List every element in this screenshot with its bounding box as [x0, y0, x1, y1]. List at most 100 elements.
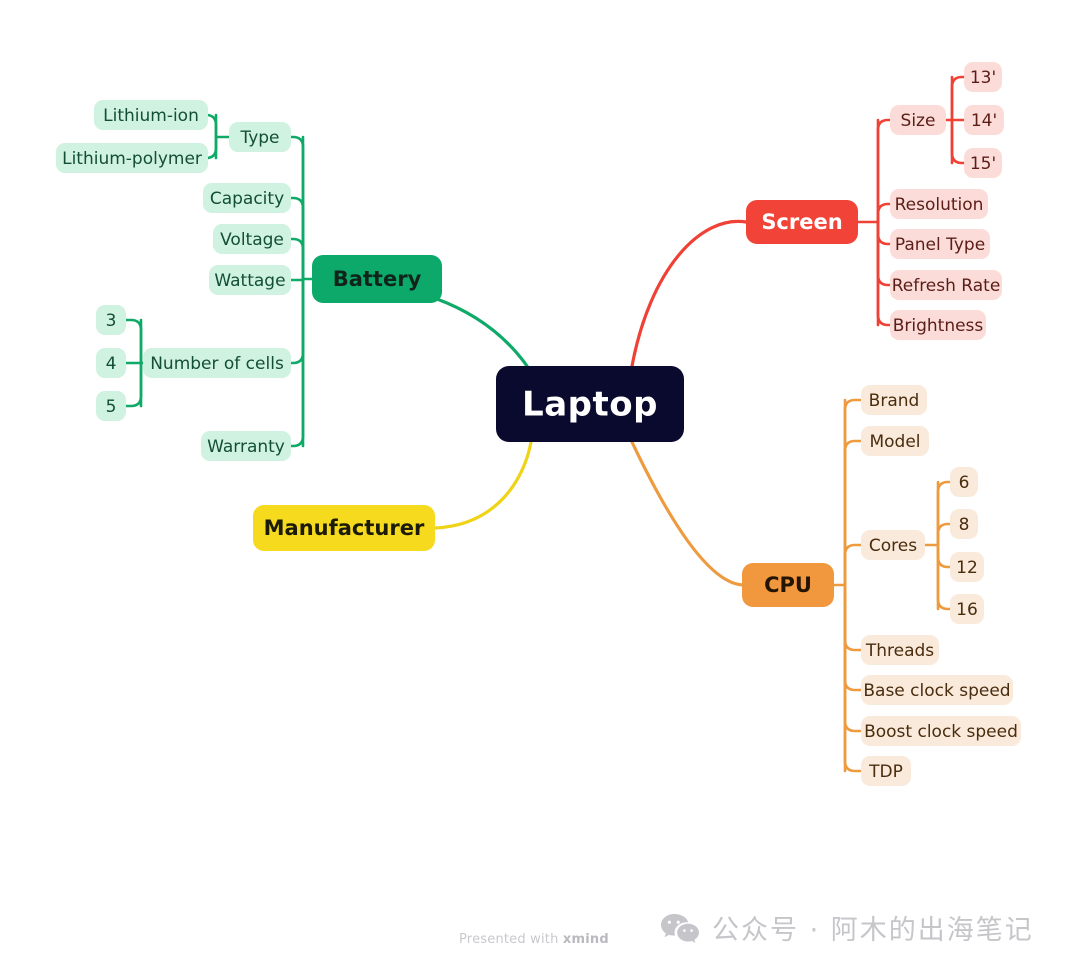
node-screen-0-label: Size — [901, 111, 936, 131]
node-cpu-1[interactable]: Model — [861, 426, 929, 456]
node-battery-0-0[interactable]: Lithium-ion — [94, 100, 208, 130]
node-battery-1[interactable]: Capacity — [203, 183, 291, 213]
link-cpu-0 — [843, 398, 863, 587]
node-battery-3-label: Wattage — [214, 271, 285, 291]
branch-node-screen[interactable]: Screen — [746, 200, 858, 244]
link-screen-4 — [876, 220, 892, 327]
node-cpu-0-label: Brand — [869, 391, 920, 411]
node-battery-5[interactable]: Warranty — [201, 431, 291, 461]
node-screen-3[interactable]: Refresh Rate — [890, 270, 1002, 300]
link-battery-4-0 — [124, 318, 143, 365]
node-cpu-4[interactable]: Base clock speed — [861, 675, 1013, 705]
node-cpu-2-label: Cores — [869, 536, 917, 556]
link-cpu-2-3 — [936, 543, 952, 611]
link-battery-0 — [289, 135, 305, 281]
link-cpu-2-1 — [936, 522, 952, 547]
branch-node-screen-label: Screen — [761, 210, 842, 234]
node-battery-4-0[interactable]: 3 — [96, 305, 126, 335]
node-cpu-5[interactable]: Boost clock speed — [861, 716, 1021, 746]
node-battery-3[interactable]: Wattage — [209, 265, 291, 295]
node-cpu-2-2-label: 12 — [956, 558, 978, 578]
mindmap-nodes: Battery Type Lithium-ion Lithium-polymer Cap… — [56, 62, 1021, 786]
branch-node-battery[interactable]: Battery — [312, 255, 442, 303]
mindmap-canvas: Battery Type Lithium-ion Lithium-polymer Cap… — [56, 62, 1021, 786]
root-node[interactable]: Laptop — [496, 366, 684, 442]
link-root-screen — [630, 219, 748, 368]
link-screen-2 — [876, 220, 892, 246]
node-cpu-4-label: Base clock speed — [863, 681, 1010, 701]
node-screen-3-label: Refresh Rate — [892, 276, 1001, 296]
node-battery-2-label: Voltage — [220, 230, 284, 250]
link-cpu-1 — [843, 439, 863, 587]
node-cpu-2[interactable]: Cores — [861, 530, 925, 560]
node-screen-1[interactable]: Resolution — [890, 189, 988, 219]
link-root-cpu — [630, 440, 745, 587]
node-battery-4-2-label: 5 — [106, 397, 117, 417]
node-screen-0-2[interactable]: 15' — [964, 148, 1002, 178]
node-screen-0-1[interactable]: 14' — [964, 105, 1004, 135]
branch-node-cpu-label: CPU — [764, 573, 812, 597]
xmind-prefix: Presented with — [459, 932, 563, 947]
node-battery-4-1[interactable]: 4 — [96, 348, 126, 378]
node-battery-0[interactable]: Type — [229, 122, 291, 152]
node-screen-0[interactable]: Size — [890, 105, 946, 135]
link-cpu-2-2 — [936, 543, 952, 569]
node-cpu-5-label: Boost clock speed — [864, 722, 1018, 742]
node-battery-4-2[interactable]: 5 — [96, 391, 126, 421]
node-battery-4[interactable]: Number of cells — [143, 348, 291, 378]
node-battery-0-label: Type — [239, 128, 279, 148]
root-node-label: Laptop — [522, 385, 658, 425]
branch-node-manufacturer[interactable]: Manufacturer — [253, 505, 435, 551]
link-battery-4 — [289, 277, 305, 365]
branch-node-manufacturer-label: Manufacturer — [264, 516, 425, 540]
node-cpu-2-1-label: 8 — [959, 515, 970, 535]
link-screen-3 — [876, 220, 892, 287]
link-screen-1 — [876, 202, 892, 224]
node-battery-4-label: Number of cells — [150, 354, 284, 374]
node-cpu-3[interactable]: Threads — [861, 635, 939, 665]
node-screen-1-label: Resolution — [895, 195, 984, 215]
node-battery-2[interactable]: Voltage — [213, 224, 291, 254]
node-cpu-0[interactable]: Brand — [861, 385, 927, 415]
link-cpu-2 — [843, 543, 863, 587]
link-battery-4-2 — [124, 361, 143, 408]
node-cpu-2-1[interactable]: 8 — [950, 509, 978, 539]
node-battery-0-0-label: Lithium-ion — [103, 106, 199, 126]
node-battery-0-1[interactable]: Lithium-polymer — [56, 143, 208, 173]
node-screen-0-0-label: 13' — [970, 68, 996, 88]
node-cpu-2-2[interactable]: 12 — [950, 552, 984, 582]
xmind-brand: xmind — [562, 932, 609, 947]
node-battery-5-label: Warranty — [207, 437, 285, 457]
node-battery-4-0-label: 3 — [106, 311, 117, 331]
node-battery-4-1-label: 4 — [106, 354, 117, 374]
link-cpu-4 — [843, 583, 863, 692]
link-cpu-3 — [843, 583, 863, 652]
wechat-watermark: 公众号 · 阿木的出海笔记 — [660, 908, 1034, 947]
xmind-attribution: Presented with xmind — [459, 932, 609, 947]
node-screen-2-label: Panel Type — [895, 235, 985, 255]
node-screen-0-1-label: 14' — [971, 111, 997, 131]
link-root-manufacturer — [433, 440, 533, 530]
wechat-label: 公众号 · 阿木的出海笔记 — [712, 915, 1034, 946]
node-screen-0-2-label: 15' — [970, 154, 996, 174]
node-cpu-3-label: Threads — [865, 641, 934, 661]
node-screen-4[interactable]: Brightness — [890, 310, 986, 340]
wechat-icon — [661, 913, 699, 943]
node-battery-1-label: Capacity — [210, 189, 284, 209]
link-cpu-6 — [843, 583, 863, 773]
node-cpu-6-label: TDP — [868, 762, 903, 782]
node-screen-0-0[interactable]: 13' — [964, 62, 1002, 92]
node-cpu-2-3-label: 16 — [956, 600, 978, 620]
node-cpu-1-label: Model — [869, 432, 920, 452]
branch-node-battery-label: Battery — [333, 267, 422, 291]
node-cpu-6[interactable]: TDP — [861, 756, 911, 786]
link-screen-0-2 — [950, 118, 966, 165]
node-screen-2[interactable]: Panel Type — [890, 229, 990, 259]
branch-node-cpu[interactable]: CPU — [742, 563, 834, 607]
node-screen-4-label: Brightness — [893, 316, 984, 336]
link-cpu-5 — [843, 583, 863, 733]
link-screen-0-0 — [950, 75, 966, 122]
link-battery-2 — [289, 237, 305, 281]
node-cpu-2-3[interactable]: 16 — [950, 594, 984, 624]
node-cpu-2-0[interactable]: 6 — [950, 467, 978, 497]
